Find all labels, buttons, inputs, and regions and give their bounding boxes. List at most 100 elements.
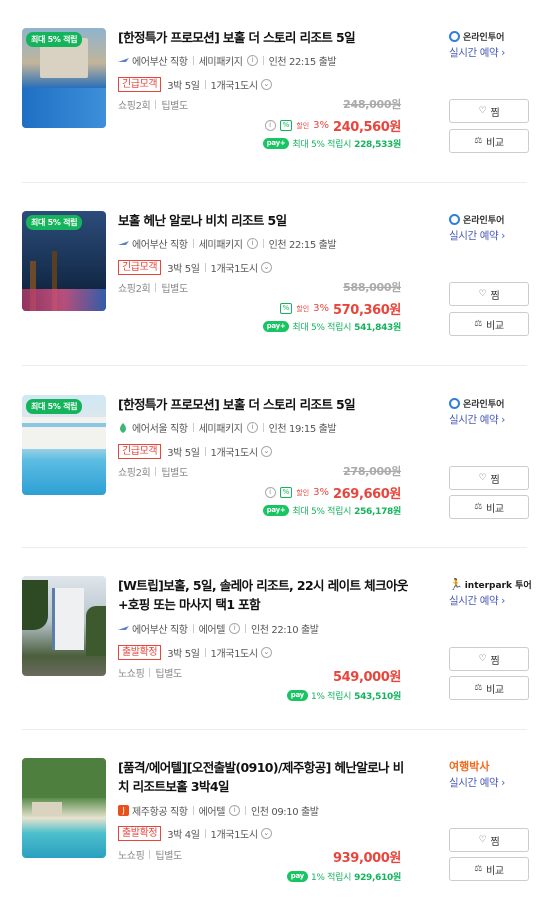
airline-icon: J (118, 804, 129, 816)
compare-button[interactable]: ⚖ 비교 (449, 129, 529, 153)
tip: 팁별도 (155, 850, 182, 862)
point-price: 543,510원 (354, 692, 401, 702)
flight-info: 에어부산 직항 세미패키지 i 인천 22:15 출발 (118, 235, 337, 251)
price-box: 278,000원 i % 할인 3% 269,660원 pay+ 최대 5% 적… (261, 463, 401, 517)
globe-icon (449, 213, 460, 225)
vendor[interactable]: 온라인투어 실시간 예약 › (449, 28, 529, 60)
discount-rate: 3% (313, 303, 330, 314)
trip-info: 긴급모객 3박 5일 1개국1도시 ⌄ (118, 443, 272, 459)
shopping: 쇼핑2회 (118, 100, 151, 112)
percent-chip: % (279, 120, 293, 131)
chevron-down-icon[interactable]: ⌄ (260, 827, 272, 839)
chevron-down-icon[interactable]: ⌄ (260, 646, 272, 658)
npay-icon: pay+ (262, 138, 290, 149)
shopping-info: 쇼핑2회 팁별도 (118, 463, 188, 479)
status-tag: 긴급모객 (118, 259, 162, 275)
product-thumbnail[interactable] (22, 576, 106, 676)
runner-icon: 🏃 (449, 577, 463, 591)
info-icon[interactable]: i (229, 622, 240, 634)
compare-button[interactable]: ⚖ 비교 (449, 857, 529, 881)
wish-button[interactable]: ♡ 찜 (449, 99, 529, 123)
globe-icon (449, 397, 460, 409)
package-type: 세미패키지 (198, 56, 243, 68)
departure: 인천 19:15 출발 (268, 423, 337, 435)
product-title[interactable]: 보홀 헤난 알로나 비치 리조트 5일 (118, 211, 408, 230)
package-type: 세미패키지 (198, 423, 243, 435)
vendor[interactable]: 🏃 interpark 투어 실시간 예약 › (449, 576, 532, 608)
info-icon[interactable]: i (246, 54, 258, 66)
wish-button[interactable]: ♡ 찜 (449, 828, 529, 852)
product-thumbnail[interactable]: 최대 5% 적립 (22, 28, 106, 128)
trip-info: 출발확정 3박 5일 1개국1도시 ⌄ (118, 644, 272, 660)
list-item[interactable]: 최대 5% 적립 [한정특가 프로모션] 보홀 더 스토리 리조트 5일 에어부… (22, 28, 529, 153)
price-box: 588,000원 % 할인 3% 570,360원 pay+ 최대 5% 적립시… (262, 279, 401, 333)
vendor-logo: 온라인투어 (449, 395, 529, 411)
info-icon[interactable]: i (264, 487, 276, 498)
scale-icon: ⚖ (474, 683, 482, 693)
product-thumbnail[interactable]: 최대 5% 적립 (22, 211, 106, 311)
point-price: 541,843원 (354, 323, 401, 333)
point-text: 최대 5% 적립시 (292, 323, 352, 333)
divider (22, 365, 527, 366)
airline-icon (118, 423, 129, 433)
product-title[interactable]: [한정특가 프로모션] 보홀 더 스토리 리조트 5일 (118, 395, 408, 414)
heart-icon: ♡ (478, 473, 487, 483)
compare-button[interactable]: ⚖ 비교 (449, 312, 529, 336)
original-price: 588,000원 (343, 281, 401, 294)
status-tag: 출발확정 (118, 644, 162, 660)
list-item[interactable]: [품격/에어텔][오전출발(0910)/제주항공] 헤난알로나 비치 리조트보홀… (22, 758, 529, 883)
vendor-logo: 온라인투어 (449, 28, 529, 44)
realtime-link[interactable]: 실시간 예약 › (449, 45, 529, 60)
shopping-info: 노쇼핑 팁별도 (118, 664, 182, 680)
info-icon[interactable]: i (246, 421, 258, 433)
product-thumbnail[interactable]: 최대 5% 적립 (22, 395, 106, 495)
countries: 1개국1도시 (210, 80, 259, 92)
airline: 에어부산 직항 (132, 624, 188, 636)
realtime-link[interactable]: 실시간 예약 › (449, 228, 529, 243)
duration: 3박 5일 (167, 263, 200, 275)
final-price: 939,000원 (333, 851, 401, 866)
vendor-logo: 온라인투어 (449, 211, 529, 227)
wish-button[interactable]: ♡ 찜 (449, 282, 529, 306)
vendor[interactable]: 온라인투어 실시간 예약 › (449, 395, 529, 427)
realtime-link[interactable]: 실시간 예약 › (449, 412, 529, 427)
heart-icon: ♡ (478, 835, 487, 845)
chevron-down-icon[interactable]: ⌄ (260, 445, 272, 457)
flight-info: J 제주항공 직항 에어텔 i 인천 09:10 출발 (118, 802, 319, 818)
price-box: 939,000원 pay 1% 적립시 929,610원 (286, 847, 401, 883)
realtime-link[interactable]: 실시간 예약 › (449, 775, 529, 790)
vendor[interactable]: 여행박사 실시간 예약 › (449, 758, 529, 790)
shopping: 노쇼핑 (118, 668, 145, 680)
list-item[interactable]: 최대 5% 적립 [한정특가 프로모션] 보홀 더 스토리 리조트 5일 에어서… (22, 395, 529, 519)
chevron-down-icon[interactable]: ⌄ (260, 78, 272, 90)
list-item[interactable]: 최대 5% 적립 보홀 헤난 알로나 비치 리조트 5일 에어부산 직항 세미패… (22, 211, 529, 336)
shopping: 쇼핑2회 (118, 467, 151, 479)
product-title[interactable]: [품격/에어텔][오전출발(0910)/제주항공] 헤난알로나 비치 리조트보홀… (118, 758, 408, 796)
list-item[interactable]: [W트립]보홀, 5일, 솔레아 리조트, 22시 레이트 체크아웃+호핑 또는… (22, 576, 532, 702)
airline-icon (118, 624, 129, 632)
vendor[interactable]: 온라인투어 실시간 예약 › (449, 211, 529, 243)
airline: 에어서울 직항 (132, 423, 188, 435)
original-price: 278,000원 (343, 465, 401, 478)
info-icon[interactable]: i (246, 237, 258, 249)
departure: 인천 22:15 출발 (268, 56, 337, 68)
product-thumbnail[interactable] (22, 758, 106, 858)
realtime-link[interactable]: 실시간 예약 › (449, 593, 529, 608)
wish-button[interactable]: ♡ 찜 (449, 647, 529, 671)
product-title[interactable]: [한정특가 프로모션] 보홀 더 스토리 리조트 5일 (118, 28, 408, 47)
point-row: pay+ 최대 5% 적립시 541,843원 (262, 320, 401, 333)
product-title[interactable]: [W트립]보홀, 5일, 솔레아 리조트, 22시 레이트 체크아웃+호핑 또는… (118, 576, 408, 614)
compare-button[interactable]: ⚖ 비교 (449, 676, 529, 700)
info-icon[interactable]: i (229, 804, 240, 816)
info-icon[interactable]: i (264, 120, 276, 131)
heart-icon: ♡ (478, 654, 487, 664)
npay-icon: pay (286, 871, 308, 882)
airline: 제주항공 직항 (132, 806, 188, 818)
npay-icon: pay+ (262, 505, 290, 516)
departure: 인천 09:10 출발 (251, 806, 319, 818)
duration: 3박 5일 (167, 648, 200, 660)
compare-button[interactable]: ⚖ 비교 (449, 495, 529, 519)
wish-button[interactable]: ♡ 찜 (449, 466, 529, 490)
discount-row: i % 할인 3% 240,560원 (261, 116, 401, 135)
chevron-down-icon[interactable]: ⌄ (260, 261, 272, 273)
